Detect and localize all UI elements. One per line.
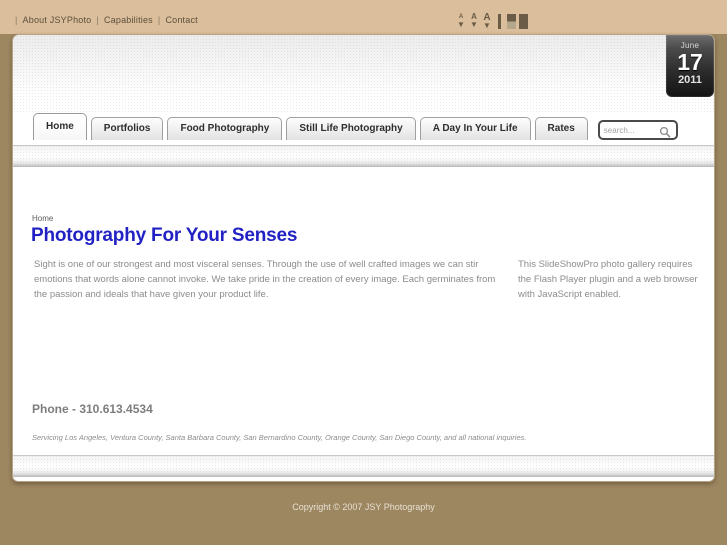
- top-utility-bar: | About JSYPhoto | Capabilities | Contact A ▼…: [0, 0, 727, 34]
- service-areas: Servicing Los Angeles, Ventura County, S…: [32, 433, 527, 442]
- font-decrease-arrow: ▼: [457, 20, 465, 29]
- tab-food-photography[interactable]: Food Photography: [167, 117, 283, 140]
- separator-2: |: [157, 15, 161, 25]
- page-panel: June 17 2011 Home Portfolios Food Photog…: [12, 34, 715, 482]
- bottom-divider-strip: [13, 455, 714, 477]
- tab-portfolios[interactable]: Portfolios: [90, 117, 164, 140]
- search-input[interactable]: [603, 124, 658, 137]
- search-box[interactable]: [597, 120, 678, 140]
- search-icon[interactable]: [659, 126, 671, 138]
- contrast-switch-icon[interactable]: [507, 14, 516, 29]
- intro-paragraph: Sight is one of our strongest and most v…: [34, 259, 496, 300]
- date-year: 2011: [678, 74, 702, 86]
- date-badge: June 17 2011: [666, 35, 714, 97]
- separator-1: |: [96, 15, 99, 25]
- breadcrumb[interactable]: Home: [32, 214, 53, 223]
- tab-still-life-photography[interactable]: Still Life Photography: [286, 117, 416, 140]
- font-decrease-icon[interactable]: A ▼: [456, 13, 466, 30]
- phone-number: Phone - 310.613.4534: [32, 402, 153, 416]
- tab-home[interactable]: Home: [33, 113, 87, 140]
- top-link-about[interactable]: About JSYPhoto: [23, 15, 92, 25]
- tab-a-day-in-your-life[interactable]: A Day In Your Life: [419, 117, 531, 140]
- page-title: Photography For Your Senses: [31, 225, 298, 246]
- top-link-contact[interactable]: Contact: [165, 15, 197, 25]
- gallery-notice: This SlideShowPro photo gallery requires…: [518, 259, 698, 300]
- top-nav-links: | About JSYPhoto | Capabilities | Contact: [10, 15, 198, 25]
- top-link-capabilities[interactable]: Capabilities: [104, 15, 153, 25]
- header-banner: [13, 35, 714, 113]
- font-increase-icon[interactable]: A ▼: [482, 13, 492, 30]
- footer-copyright: Copyright © 2007 JSY Photography: [292, 502, 435, 512]
- font-reset-icon[interactable]: A ▼: [469, 13, 479, 30]
- date-day: 17: [677, 49, 703, 75]
- separator-0: |: [15, 15, 18, 25]
- font-reset-arrow: ▼: [470, 20, 478, 29]
- divider-icon: [498, 14, 501, 29]
- tab-list: Home Portfolios Food Photography Still L…: [33, 113, 678, 140]
- accessibility-toolbar: A ▼ A ▼ A ▼: [456, 13, 528, 30]
- tab-bar-underline: [13, 145, 714, 167]
- tab-rates[interactable]: Rates: [534, 117, 588, 140]
- theme-switch-icon[interactable]: [519, 14, 528, 29]
- font-increase-arrow: ▼: [483, 21, 491, 30]
- content-area: Home Photography For Your Senses Sight i…: [13, 167, 714, 447]
